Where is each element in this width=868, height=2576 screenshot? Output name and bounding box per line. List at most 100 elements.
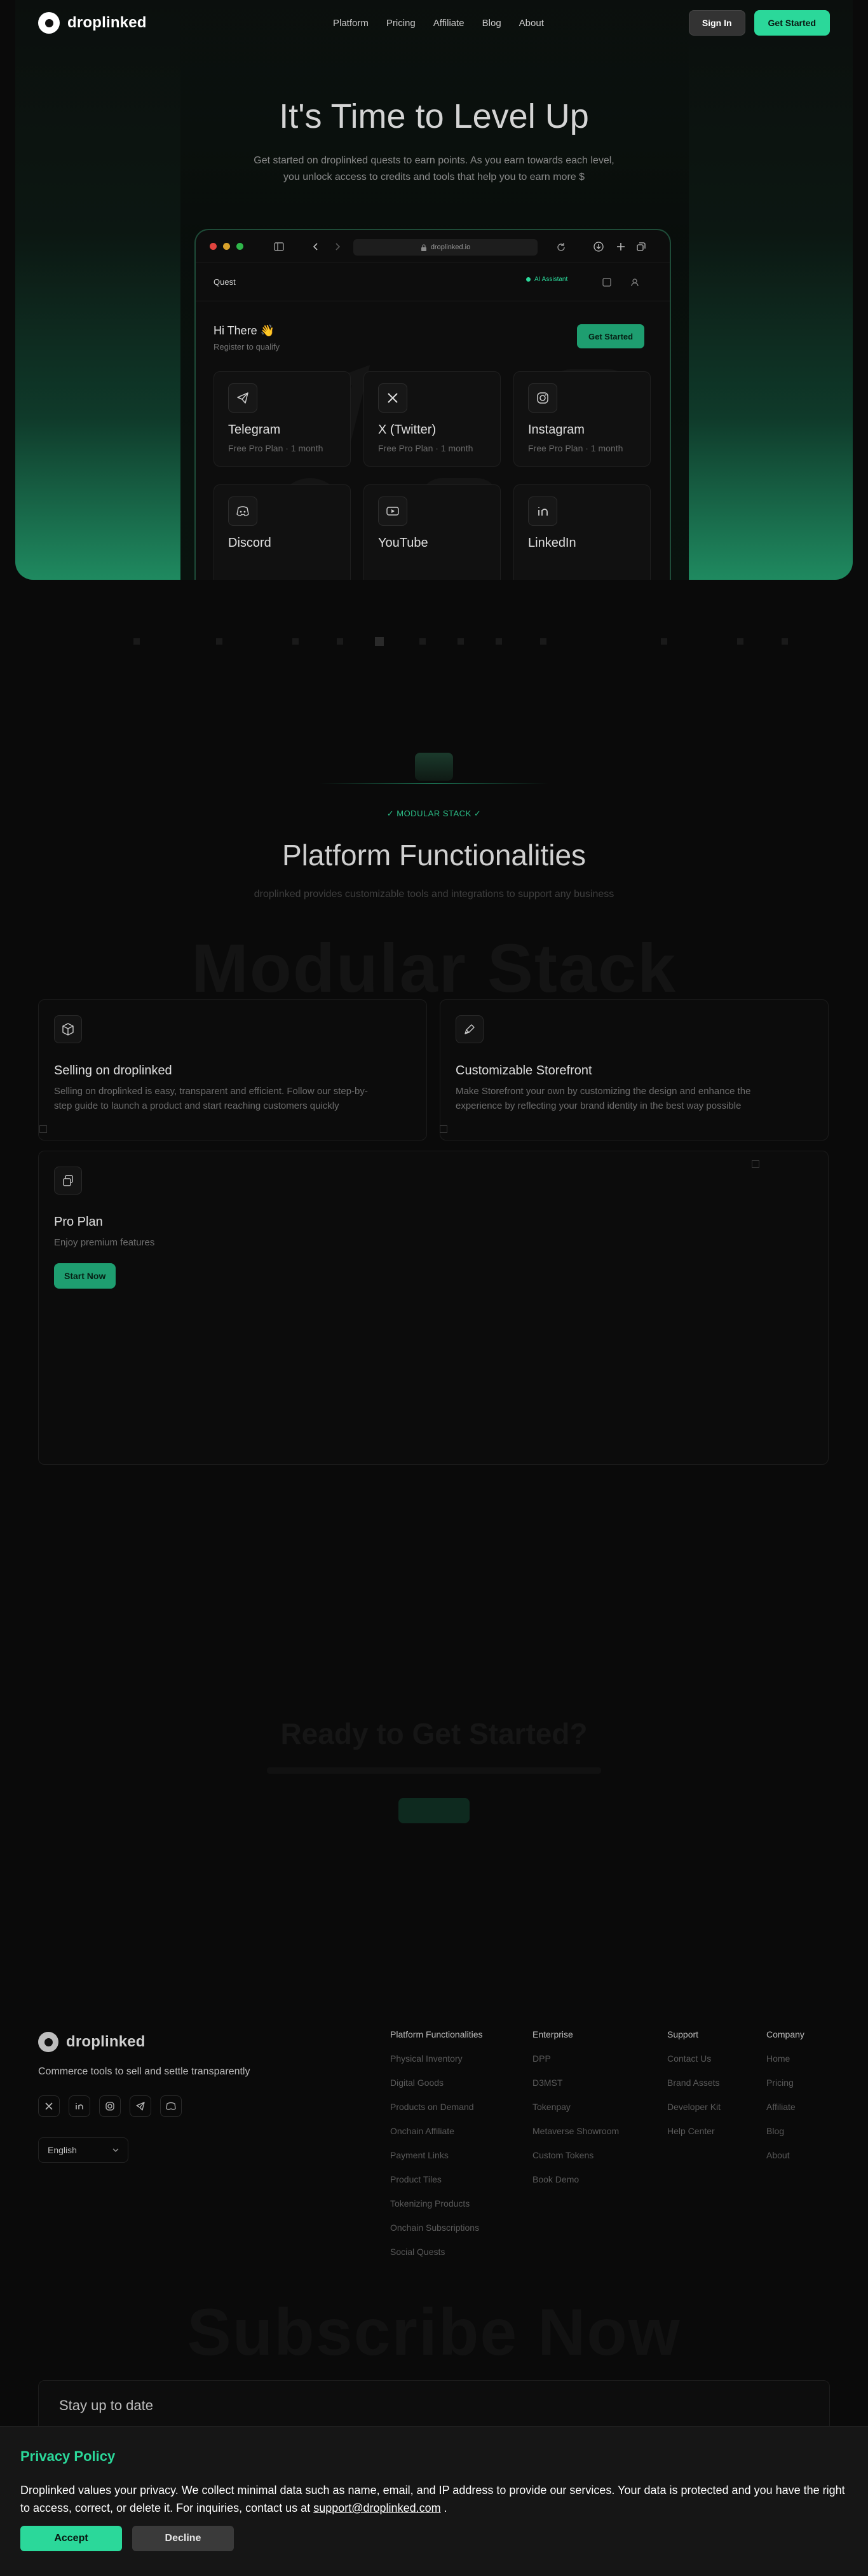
nav-link-platform[interactable]: Platform [333, 18, 369, 29]
telegram-icon[interactable] [130, 2095, 151, 2117]
modular-stack-ghost-text: Modular Stack [191, 929, 677, 1006]
ready-cta-button[interactable] [398, 1798, 470, 1823]
feature-card-selling[interactable]: Selling on droplinked Selling on droplin… [38, 999, 427, 1141]
footer-link[interactable]: Metaverse Showroom [532, 2126, 647, 2136]
greeting: Hi There 👋 [214, 324, 275, 337]
nav-link-affiliate[interactable]: Affiliate [433, 18, 465, 29]
modular-stack-label: ✓ MODULAR STACK ✓ [386, 809, 482, 818]
lock-icon [421, 243, 426, 251]
footer-column-support: Support Contact Us Brand Assets Develope… [667, 2029, 756, 2150]
accept-button[interactable]: Accept [20, 2526, 122, 2551]
privacy-text: Droplinked values your privacy. We colle… [20, 2481, 853, 2517]
linkedin-icon[interactable] [69, 2095, 90, 2117]
footer-link[interactable]: Brand Assets [667, 2078, 756, 2088]
nav-link-pricing[interactable]: Pricing [386, 18, 416, 29]
partner-logos-strip [133, 637, 788, 646]
footer-link[interactable]: Payment Links [390, 2150, 517, 2160]
url-bar[interactable]: droplinked.io [353, 239, 538, 256]
privacy-banner: Privacy Policy Droplinked values your pr… [0, 2426, 868, 2576]
footer-brand-logo[interactable]: droplinked [38, 2032, 146, 2052]
quest-card-discord[interactable]: Discord [214, 484, 351, 580]
user-icon[interactable] [630, 278, 639, 287]
minimize-dot [223, 243, 230, 250]
sign-in-button[interactable]: Sign In [688, 10, 745, 36]
get-started-button[interactable]: Get Started [754, 10, 830, 36]
footer-link[interactable]: D3MST [532, 2078, 647, 2088]
footer-link[interactable]: Product Tiles [390, 2174, 517, 2184]
footer-link[interactable]: Book Demo [532, 2174, 647, 2184]
hero-subtitle-line2: you unlock access to credits and tools t… [283, 172, 585, 182]
ai-assistant-badge[interactable]: AI Assistant [526, 276, 567, 283]
footer-link[interactable]: DPP [532, 2053, 647, 2064]
footer-link[interactable]: Help Center [667, 2126, 756, 2136]
footer-link[interactable]: Blog [766, 2126, 843, 2136]
footer-column-company: Company Home Pricing Affiliate Blog Abou… [766, 2029, 843, 2174]
quest-card-youtube[interactable]: YouTube [363, 484, 501, 580]
x-icon [378, 383, 407, 413]
close-dot [210, 243, 217, 250]
quest-card-meta: Free Pro Plan · 1 month [528, 443, 623, 453]
quest-card-x[interactable]: X (Twitter) Free Pro Plan · 1 month [363, 371, 501, 467]
quest-card-meta: Free Pro Plan · 1 month [228, 443, 323, 453]
divider-line [320, 783, 548, 784]
footer-link[interactable]: About [766, 2150, 843, 2160]
footer-link[interactable]: Social Quests [390, 2247, 517, 2257]
hero-title: It's Time to Level Up [279, 97, 589, 135]
reload-icon [557, 243, 565, 251]
platform-functionalities-title: Platform Functionalities [281, 839, 587, 872]
ready-subtitle-placeholder [267, 1767, 601, 1774]
footer-brand-name: droplinked [66, 2033, 146, 2050]
quest-card-linkedin[interactable]: LinkedIn [513, 484, 651, 580]
x-icon[interactable] [38, 2095, 60, 2117]
quest-card-telegram[interactable]: Telegram Free Pro Plan · 1 month [214, 371, 351, 467]
ai-assistant-label: AI Assistant [534, 276, 568, 283]
nav-link-blog[interactable]: Blog [482, 18, 501, 29]
footer-link[interactable]: Products on Demand [390, 2102, 517, 2112]
footer-link[interactable]: Tokenizing Products [390, 2198, 517, 2209]
footer-link[interactable]: Tokenpay [532, 2102, 647, 2112]
quest-get-started-button[interactable]: Get Started [577, 324, 645, 348]
feature-card-storefront[interactable]: Customizable Storefront Make Storefront … [440, 999, 829, 1141]
broken-image-icon [39, 1125, 47, 1133]
new-tab-icon [617, 243, 625, 250]
subscribe-ghost-text: Subscribe Now [187, 2296, 681, 2369]
subscribe-title: Stay up to date [59, 2397, 153, 2413]
linkedin-icon [528, 497, 557, 526]
hero-subtitle: Get started on droplinked quests to earn… [250, 153, 618, 186]
footer-link[interactable]: Physical Inventory [390, 2053, 517, 2064]
feature-description: Selling on droplinked is easy, transpare… [54, 1086, 368, 1111]
quest-card-title: YouTube [378, 536, 428, 550]
quest-card-instagram[interactable]: Instagram Free Pro Plan · 1 month [513, 371, 651, 467]
privacy-email-link[interactable]: support@droplinked.com [313, 2502, 440, 2514]
quest-bar: Quest AI Assistant [196, 263, 670, 301]
broken-image-icon [752, 1160, 759, 1168]
window-icon[interactable] [602, 278, 611, 287]
footer-link[interactable]: Onchain Subscriptions [390, 2223, 517, 2233]
quest-card-meta: Free Pro Plan · 1 month [378, 443, 473, 453]
instagram-icon [528, 383, 557, 413]
decline-button[interactable]: Decline [132, 2526, 234, 2551]
footer-link[interactable]: Contact Us [667, 2053, 756, 2064]
footer-link[interactable]: Onchain Affiliate [390, 2126, 517, 2136]
brand-logo[interactable]: droplinked [38, 12, 147, 34]
footer-column-heading: Platform Functionalities [390, 2029, 483, 2039]
language-select[interactable]: English [38, 2137, 128, 2163]
footer-link[interactable]: Custom Tokens [532, 2150, 647, 2160]
url-text: droplinked.io [430, 243, 471, 251]
discord-icon[interactable] [160, 2095, 182, 2117]
discord-icon [228, 497, 257, 526]
nav-link-about[interactable]: About [519, 18, 544, 29]
footer-tagline: Commerce tools to sell and settle transp… [38, 2066, 250, 2077]
browser-mockup: droplinked.io Quest AI Assistant Hi Ther… [194, 229, 671, 580]
feature-title: Selling on droplinked [54, 1064, 172, 1078]
start-now-button[interactable]: Start Now [54, 1263, 116, 1289]
footer-link[interactable]: Affiliate [766, 2102, 843, 2112]
footer-link[interactable]: Pricing [766, 2078, 843, 2088]
footer-link[interactable]: Home [766, 2053, 843, 2064]
footer-link[interactable]: Digital Goods [390, 2078, 517, 2088]
feature-card-pro-plan[interactable]: Pro Plan Enjoy premium features Start No… [38, 1151, 829, 1465]
top-nav: droplinked Platform Pricing Affiliate Bl… [0, 0, 868, 46]
instagram-icon[interactable] [99, 2095, 121, 2117]
stack-icon [415, 753, 453, 781]
footer-link[interactable]: Developer Kit [667, 2102, 756, 2112]
